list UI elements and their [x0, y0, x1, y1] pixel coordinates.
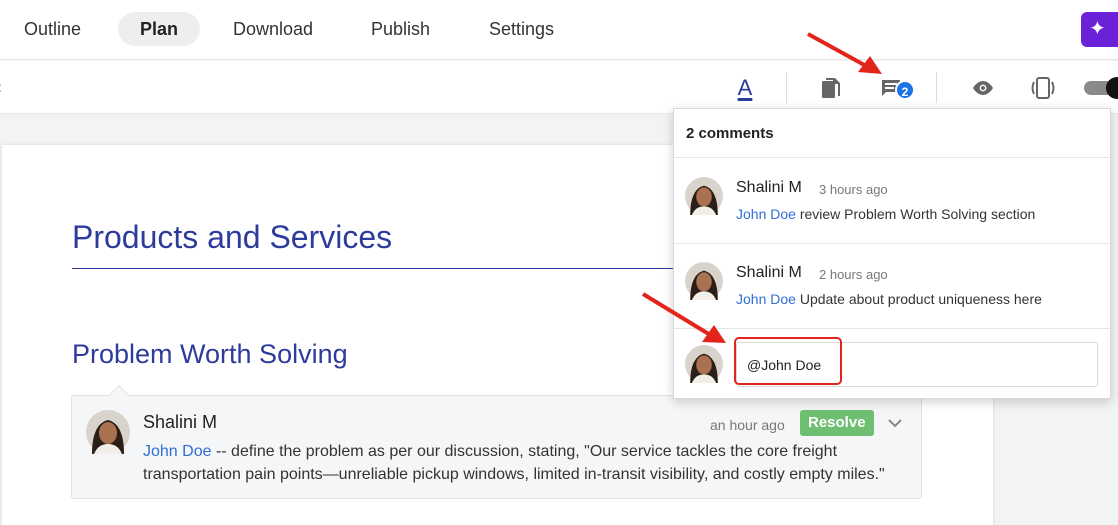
toggle-knob [1106, 77, 1118, 99]
document-icon [822, 77, 840, 98]
ai-assistant-button[interactable]: ✦ [1081, 12, 1118, 47]
annotation-highlight-box [734, 337, 842, 385]
comment-timestamp: an hour ago [710, 417, 785, 433]
toolbar-divider [786, 72, 787, 103]
inline-comment-card: Shalini M an hour ago Resolve John Doe -… [71, 385, 922, 499]
text-color-button[interactable]: A [732, 61, 758, 114]
comment-timestamp: 2 hours ago [819, 267, 888, 282]
chevron-down-icon [888, 419, 902, 428]
comment-count-badge: 2 [895, 80, 915, 100]
tab-download[interactable]: Download [211, 12, 335, 46]
resolve-button[interactable]: Resolve [800, 410, 874, 436]
tab-settings[interactable]: Settings [467, 12, 576, 46]
toggle-switch[interactable] [1084, 77, 1118, 99]
heading-underline [72, 268, 692, 269]
tab-plan[interactable]: Plan [118, 12, 201, 46]
comment-author: Shalini M [736, 264, 802, 281]
mention-link[interactable]: John Doe [143, 443, 212, 460]
comment-body: John Doe review Problem Worth Solving se… [736, 206, 1035, 222]
device-preview-icon [1031, 76, 1055, 99]
tab-publish[interactable]: Publish [349, 12, 452, 46]
comment-item[interactable]: Shalini M 3 hours ago John Doe review Pr… [674, 159, 1110, 244]
avatar [685, 177, 723, 215]
document-button[interactable] [818, 61, 844, 114]
comment-text: review Problem Worth Solving section [795, 206, 1036, 222]
mention-link[interactable]: John Doe [736, 206, 796, 222]
comment-timestamp: 3 hours ago [819, 182, 888, 197]
text-color-icon: A [737, 74, 753, 100]
comment-body: John Doe Update about product uniqueness… [736, 291, 1042, 307]
expand-button[interactable] [884, 412, 906, 434]
preview-button[interactable] [970, 61, 996, 114]
device-preview-button[interactable] [1028, 61, 1058, 114]
comment-author: Shalini M [143, 412, 218, 432]
comment-body: John Doe -- define the problem as per ou… [143, 440, 913, 486]
partial-link-icon[interactable]: : [0, 79, 2, 95]
comments-button[interactable]: 2 [880, 61, 920, 114]
comments-count-title: 2 comments [686, 125, 774, 142]
comment-text: Update about product uniqueness here [795, 291, 1042, 307]
section-heading[interactable]: Products and Services [72, 219, 392, 256]
toolbar-divider [936, 72, 937, 103]
comments-panel-header: 2 comments [674, 109, 1110, 158]
avatar [685, 345, 723, 383]
top-navigation: Outline Plan Download Publish Settings ✦ [0, 0, 1118, 60]
sparkles-icon: ✦ [1089, 18, 1106, 40]
card-pointer [109, 385, 129, 405]
avatar [685, 262, 723, 300]
eye-icon [973, 80, 993, 95]
comment-text: -- define the problem as per our discuss… [143, 443, 885, 483]
editor-toolbar: : A 2 [0, 61, 1118, 114]
subsection-heading[interactable]: Problem Worth Solving [72, 339, 348, 370]
mention-link[interactable]: John Doe [736, 291, 796, 307]
comment-author: Shalini M [736, 179, 802, 196]
avatar [86, 410, 130, 454]
tab-outline[interactable]: Outline [2, 12, 103, 46]
comment-item[interactable]: Shalini M 2 hours ago John Doe Update ab… [674, 244, 1110, 329]
